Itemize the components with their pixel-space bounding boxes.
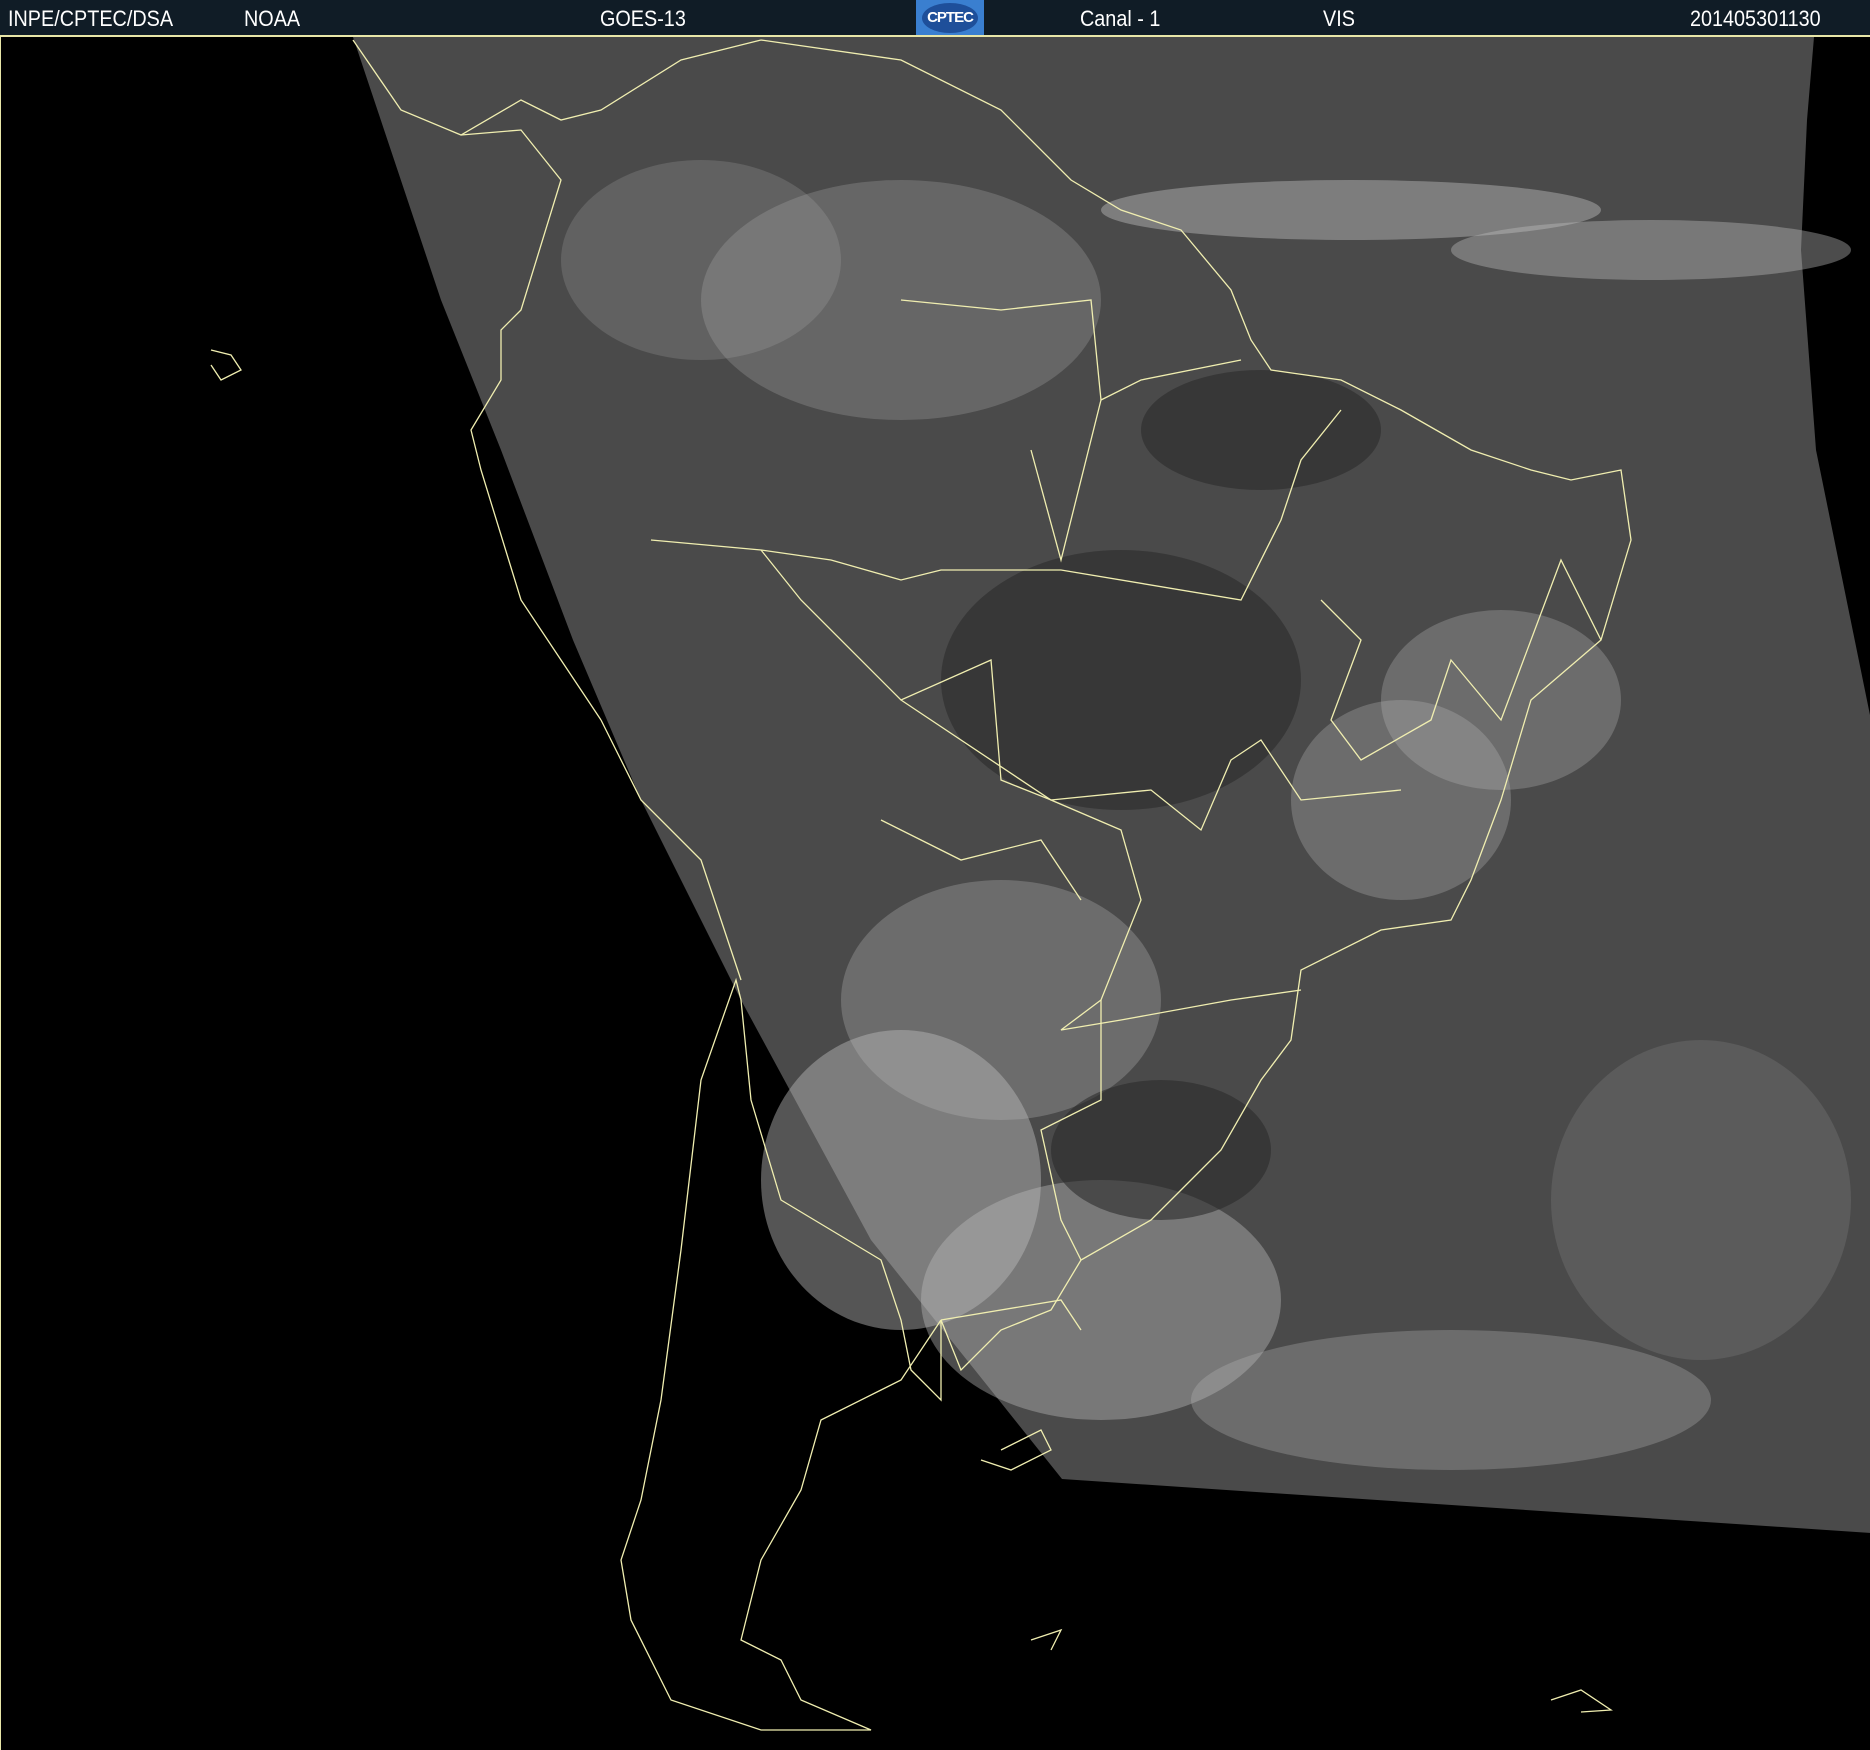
satellite-image <box>0 37 1870 1750</box>
image-header: INPE/CPTEC/DSA NOAA GOES-13 CPTEC Canal … <box>0 0 1870 37</box>
channel-label: Canal - 1 <box>1080 6 1161 31</box>
cptec-logo-text: CPTEC <box>922 2 978 33</box>
cptec-logo: CPTEC <box>916 0 984 35</box>
satellite-label: GOES-13 <box>600 6 686 31</box>
satellite-imagery <box>210 37 1870 1731</box>
band-label: VIS <box>1323 6 1355 31</box>
timestamp-label: 201405301130 <box>1690 6 1821 31</box>
source-label: INPE/CPTEC/DSA <box>8 6 174 31</box>
agency-label: NOAA <box>244 6 301 31</box>
